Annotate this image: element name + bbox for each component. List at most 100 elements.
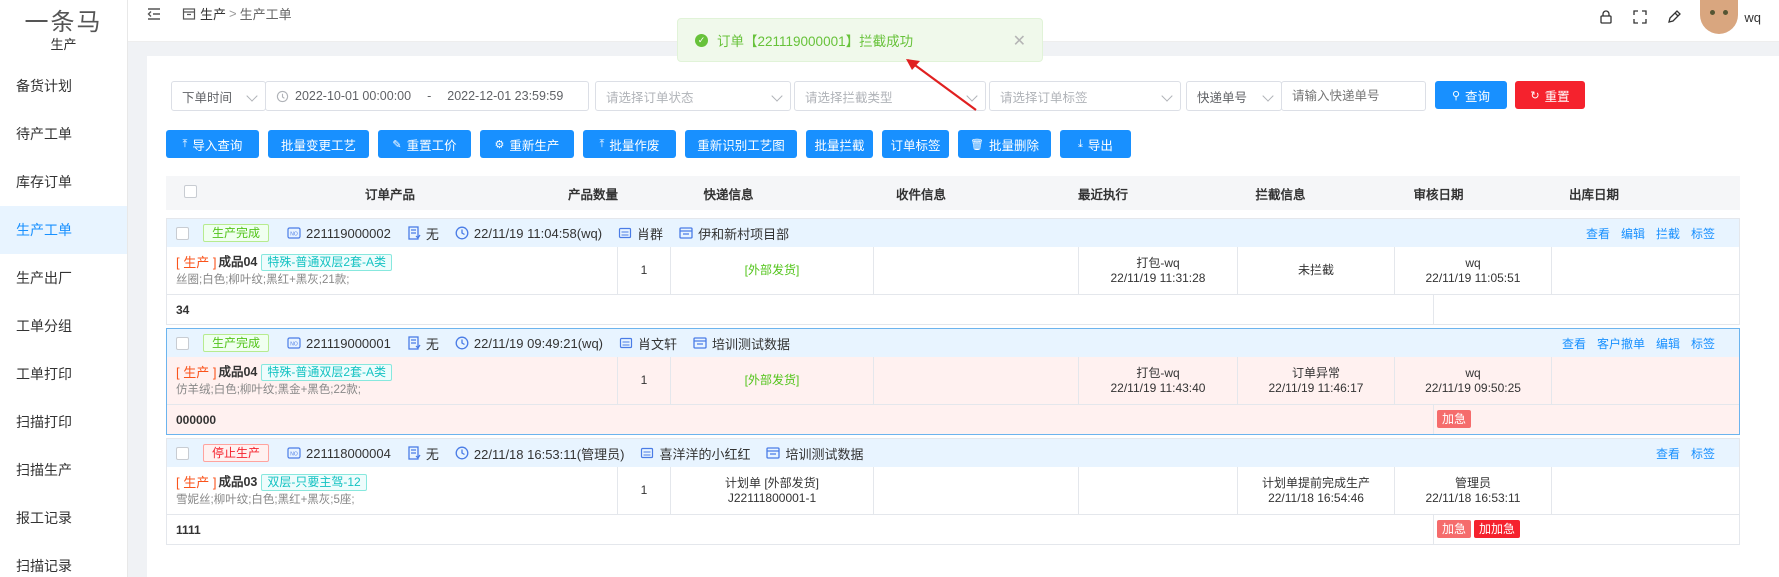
intercept-link[interactable]: 拦截 — [1656, 225, 1680, 242]
trash-icon: 🗑 — [970, 138, 984, 151]
order-checkbox[interactable] — [176, 446, 189, 460]
reproduce-button[interactable]: ⚙ 重新生产 — [480, 130, 574, 158]
invoice-icon — [408, 226, 421, 240]
reidentify-craft-button[interactable]: 重新识别工艺图 — [685, 130, 797, 158]
customer-name: 喜洋洋的小红红 — [659, 446, 751, 462]
order-card: 停止生产 NO 221118000004 无 22/11/18 16:53:11… — [166, 438, 1740, 545]
recent-exec-time: 22/11/19 11:31:28 — [1110, 270, 1206, 285]
order-tag-select[interactable]: 请选择订单标签 — [989, 81, 1181, 111]
batch-delete-button[interactable]: 🗑 批量删除 — [958, 130, 1051, 158]
clock-icon — [455, 446, 469, 460]
batch-void-button[interactable]: ⤒ 批量作废 — [583, 130, 676, 158]
order-time-text: 22/11/19 09:49:21(wq) — [473, 335, 604, 351]
batch-intercept-label: 批量拦截 — [814, 138, 865, 153]
search-button[interactable]: ⚲ 查询 — [1435, 81, 1507, 109]
collapse-icon[interactable] — [146, 6, 162, 22]
order-time: 22/11/18 16:53:11(管理员) — [455, 444, 624, 463]
project-name: 培训测试数据 — [785, 446, 864, 462]
sidebar-item-pending-orders[interactable]: 待产工单 — [0, 110, 127, 158]
date-range-picker[interactable]: 2022-10-01 00:00:00 - 2022-12-01 23:59:5… — [265, 81, 589, 111]
view-link[interactable]: 查看 — [1656, 445, 1680, 462]
breadcrumb-root[interactable]: 生产 — [200, 4, 226, 23]
quantity-cell: 1 — [618, 467, 671, 514]
tag-link[interactable]: 标签 — [1691, 225, 1715, 242]
order-number[interactable]: NO 221119000002 — [287, 226, 391, 241]
order-time: 22/11/19 09:49:21(wq) — [455, 336, 603, 351]
express-type-select[interactable]: 快递单号 — [1186, 81, 1282, 111]
app-root: 一条马 生产 备货计划 待产工单 库存订单 生产工单 生产出厂 工单分组 工单打… — [0, 0, 1779, 577]
status-badge: 生产完成 — [203, 224, 270, 242]
express-text: 计划单 [外部发货] — [724, 475, 819, 490]
breadcrumb-current: 生产工单 — [239, 7, 292, 22]
sidebar-item-scan-records[interactable]: 扫描记录 — [0, 542, 127, 577]
intercept-cell: 未拦截 — [1238, 247, 1395, 294]
user-card-icon — [619, 337, 633, 349]
project-icon — [679, 227, 693, 239]
invoice-text: 无 — [425, 226, 439, 242]
order-status-select[interactable]: 请选择订单状态 — [595, 81, 791, 111]
express-text: [外部发货] — [744, 263, 800, 277]
customer-cancel-link[interactable]: 客户撤单 — [1597, 335, 1645, 352]
sidebar-item-production-out[interactable]: 生产出厂 — [0, 254, 127, 302]
svg-text:NO: NO — [290, 452, 298, 458]
clock-icon — [455, 336, 469, 350]
sidebar-section-title: 生产 — [50, 37, 77, 52]
order-number[interactable]: NO 221119000001 — [287, 336, 391, 351]
order-footer: 1111 加急 加加急 — [167, 514, 1739, 544]
username[interactable]: wq — [1744, 10, 1761, 25]
clock-icon — [455, 226, 469, 240]
sidebar-item-order-groups[interactable]: 工单分组 — [0, 302, 127, 350]
fullscreen-icon[interactable] — [1632, 9, 1648, 25]
order-time-text: 22/11/19 11:04:58(wq) — [473, 225, 603, 241]
view-link[interactable]: 查看 — [1586, 225, 1610, 242]
import-query-button[interactable]: ⤒ 导入查询 — [166, 130, 259, 158]
export-button[interactable]: ⤓ 导出 — [1060, 130, 1131, 158]
avatar[interactable] — [1700, 0, 1739, 34]
reviewer: 管理员 — [1454, 475, 1491, 490]
tag-link[interactable]: 标签 — [1691, 445, 1715, 462]
order-number[interactable]: NO 221118000004 — [287, 446, 391, 461]
intercept-time: 22/11/19 11:46:17 — [1268, 380, 1364, 395]
brush-icon[interactable] — [1666, 9, 1682, 25]
success-toast: ✓ 订单【221119000001】拦截成功 ✕ — [677, 18, 1043, 62]
table-header: 订单产品 产品数量 快递信息 收件信息 最近执行 拦截信息 审核日期 出库日期 — [166, 176, 1740, 210]
edit-link[interactable]: 编辑 — [1621, 225, 1645, 242]
sidebar-item-stock-plan[interactable]: 备货计划 — [0, 62, 127, 110]
tag-link[interactable]: 标签 — [1691, 335, 1715, 352]
order-tag-button[interactable]: 订单标签 — [882, 130, 949, 158]
view-link[interactable]: 查看 — [1562, 335, 1586, 352]
order-checkbox[interactable] — [176, 336, 189, 350]
close-icon[interactable]: ✕ — [1013, 31, 1026, 51]
product-tag: 特殊-普通双层2套-A类 — [261, 253, 393, 271]
order-checkbox[interactable] — [176, 226, 189, 240]
batch-intercept-button[interactable]: 批量拦截 — [806, 130, 873, 158]
svg-text:NO: NO — [290, 342, 298, 348]
order-header: 生产完成 NO 221119000001 无 22/11/19 09:49:21… — [167, 329, 1739, 357]
sidebar-item-scan-production[interactable]: 扫描生产 — [0, 446, 127, 494]
reset-price-label: 重置工价 — [406, 138, 457, 153]
sidebar-item-scan-print[interactable]: 扫描打印 — [0, 398, 127, 446]
sidebar-item-production-orders[interactable]: 生产工单 — [0, 206, 127, 254]
search-icon: ⚲ — [1451, 89, 1461, 102]
product-cell: [ 生产 ] 成品04 特殊-普通双层2套-A类 仿羊绒;白色;柳叶纹;黑金+黑… — [167, 357, 618, 404]
reset-price-button[interactable]: ✎ 重置工价 — [378, 130, 471, 158]
order-remark: 000000 — [176, 412, 217, 427]
batch-change-craft-button[interactable]: 批量变更工艺 — [268, 130, 369, 158]
edit-link[interactable]: 编辑 — [1656, 335, 1680, 352]
select-all-checkbox[interactable] — [183, 185, 197, 198]
time-type-select[interactable]: 下单时间 — [171, 81, 266, 111]
time-type-value: 下单时间 — [182, 90, 233, 105]
customer-info: 肖文轩 — [619, 334, 677, 353]
sidebar-item-work-records[interactable]: 报工记录 — [0, 494, 127, 542]
refresh-icon: ↻ — [1530, 89, 1540, 102]
reset-button[interactable]: ↻ 重置 — [1515, 81, 1585, 109]
express-number-input[interactable] — [1281, 81, 1426, 111]
sidebar-item-order-print[interactable]: 工单打印 — [0, 350, 127, 398]
edit-icon: ✎ — [392, 138, 402, 151]
project-name: 伊和新村项目部 — [698, 226, 790, 242]
lock-icon[interactable] — [1598, 9, 1614, 25]
sidebar-item-stock-orders[interactable]: 库存订单 — [0, 158, 127, 206]
order-row: [ 生产 ] 成品04 特殊-普通双层2套-A类 仿羊绒;白色;柳叶纹;黑金+黑… — [167, 357, 1739, 404]
import-query-label: 导入查询 — [192, 138, 243, 153]
recent-exec-cell — [1079, 467, 1238, 514]
